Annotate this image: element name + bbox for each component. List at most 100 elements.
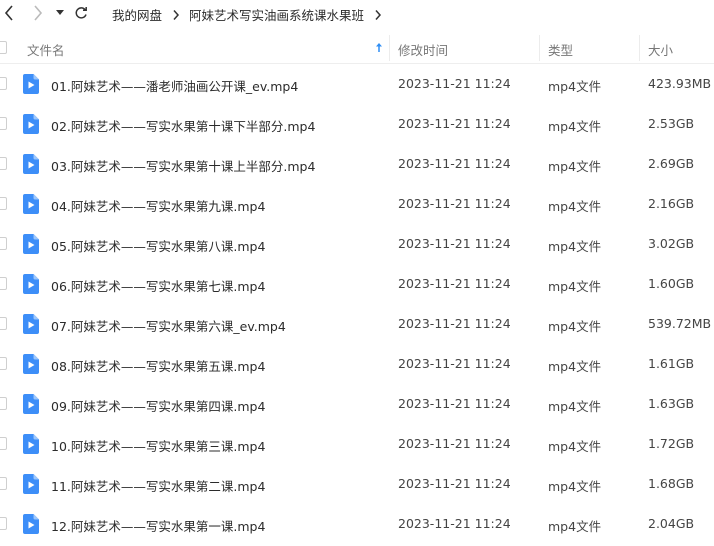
row-checkbox[interactable] — [0, 357, 7, 370]
file-name[interactable]: 03.阿妹艺术——写实水果第十课上半部分.mp4 — [51, 156, 315, 175]
file-row[interactable]: 03.阿妹艺术——写实水果第十课上半部分.mp4 2023-11-21 11:2… — [0, 144, 714, 184]
file-type: mp4文件 — [548, 439, 602, 454]
video-file-icon — [23, 514, 39, 534]
column-header-type[interactable]: 类型 — [548, 40, 573, 59]
file-row[interactable]: 06.阿妹艺术——写实水果第七课.mp4 2023-11-21 11:24 mp… — [0, 264, 714, 304]
caret-down-icon[interactable] — [51, 4, 69, 22]
row-checkbox[interactable] — [0, 437, 7, 450]
breadcrumb-item-root[interactable]: 我的网盘 — [112, 5, 162, 24]
file-modified-date: 2023-11-21 11:24 — [398, 436, 511, 451]
file-size: 3.02GB — [648, 236, 695, 251]
row-checkbox[interactable] — [0, 397, 7, 410]
file-type: mp4文件 — [548, 79, 602, 94]
file-size: 1.60GB — [648, 276, 695, 291]
chevron-left-icon[interactable] — [0, 4, 18, 22]
file-row[interactable]: 08.阿妹艺术——写实水果第五课.mp4 2023-11-21 11:24 mp… — [0, 344, 714, 384]
video-file-icon — [23, 114, 39, 134]
navigation-bar: 我的网盘 阿妹艺术写实油画系统课水果班 — [0, 0, 714, 28]
file-size: 2.69GB — [648, 156, 695, 171]
file-modified-date: 2023-11-21 11:24 — [398, 476, 511, 491]
breadcrumb: 我的网盘 阿妹艺术写实油画系统课水果班 — [112, 5, 391, 24]
file-size: 423.93MB — [648, 76, 712, 91]
file-type: mp4文件 — [548, 279, 602, 294]
video-file-icon — [23, 434, 39, 454]
row-checkbox[interactable] — [0, 317, 7, 330]
file-modified-date: 2023-11-21 11:24 — [398, 276, 511, 291]
video-file-icon — [23, 474, 39, 494]
video-file-icon — [23, 274, 39, 294]
file-modified-date: 2023-11-21 11:24 — [398, 356, 511, 371]
row-checkbox[interactable] — [0, 237, 7, 250]
file-size: 2.04GB — [648, 516, 695, 531]
file-type: mp4文件 — [548, 399, 602, 414]
column-header-date[interactable]: 修改时间 — [398, 40, 448, 59]
file-modified-date: 2023-11-21 11:24 — [398, 116, 511, 131]
column-header-size[interactable]: 大小 — [648, 40, 673, 59]
file-type: mp4文件 — [548, 319, 602, 334]
column-divider[interactable] — [389, 35, 390, 61]
file-name[interactable]: 06.阿妹艺术——写实水果第七课.mp4 — [51, 276, 265, 295]
row-checkbox[interactable] — [0, 157, 7, 170]
column-divider[interactable] — [639, 35, 640, 61]
file-name[interactable]: 05.阿妹艺术——写实水果第八课.mp4 — [51, 236, 265, 255]
row-checkbox[interactable] — [0, 77, 7, 90]
breadcrumb-item-folder[interactable]: 阿妹艺术写实油画系统课水果班 — [189, 5, 364, 24]
refresh-icon[interactable] — [72, 4, 90, 22]
file-modified-date: 2023-11-21 11:24 — [398, 516, 511, 531]
chevron-right-icon[interactable] — [29, 4, 47, 22]
video-file-icon — [23, 314, 39, 334]
row-checkbox[interactable] — [0, 277, 7, 290]
file-type: mp4文件 — [548, 479, 602, 494]
column-header-name[interactable]: 文件名 — [27, 40, 65, 59]
file-size: 1.61GB — [648, 356, 695, 371]
file-name[interactable]: 01.阿妹艺术——潘老师油画公开课_ev.mp4 — [51, 76, 298, 95]
row-checkbox[interactable] — [0, 517, 7, 530]
file-modified-date: 2023-11-21 11:24 — [398, 396, 511, 411]
file-row[interactable]: 10.阿妹艺术——写实水果第三课.mp4 2023-11-21 11:24 mp… — [0, 424, 714, 464]
file-list-header: 文件名 修改时间 类型 大小 — [0, 33, 714, 64]
video-file-icon — [23, 354, 39, 374]
file-name[interactable]: 07.阿妹艺术——写实水果第六课_ev.mp4 — [51, 316, 286, 335]
file-size: 2.16GB — [648, 196, 695, 211]
chevron-right-icon — [375, 9, 382, 20]
video-file-icon — [23, 234, 39, 254]
video-file-icon — [23, 74, 39, 94]
row-checkbox[interactable] — [0, 477, 7, 490]
file-name[interactable]: 08.阿妹艺术——写实水果第五课.mp4 — [51, 356, 265, 375]
file-size: 1.68GB — [648, 476, 695, 491]
file-size: 539.72MB — [648, 316, 712, 331]
file-row[interactable]: 04.阿妹艺术——写实水果第九课.mp4 2023-11-21 11:24 mp… — [0, 184, 714, 224]
file-type: mp4文件 — [548, 519, 602, 534]
file-size: 1.63GB — [648, 396, 695, 411]
file-name[interactable]: 02.阿妹艺术——写实水果第十课下半部分.mp4 — [51, 116, 315, 135]
chevron-right-icon — [173, 9, 180, 20]
column-divider[interactable] — [539, 35, 540, 61]
select-all-checkbox[interactable] — [0, 41, 7, 54]
row-checkbox[interactable] — [0, 197, 7, 210]
sort-ascending-arrow-icon[interactable] — [375, 42, 383, 53]
file-row[interactable]: 07.阿妹艺术——写实水果第六课_ev.mp4 2023-11-21 11:24… — [0, 304, 714, 344]
file-size: 1.72GB — [648, 436, 695, 451]
file-modified-date: 2023-11-21 11:24 — [398, 196, 511, 211]
file-type: mp4文件 — [548, 199, 602, 214]
file-name[interactable]: 10.阿妹艺术——写实水果第三课.mp4 — [51, 436, 265, 455]
file-row[interactable]: 02.阿妹艺术——写实水果第十课下半部分.mp4 2023-11-21 11:2… — [0, 104, 714, 144]
video-file-icon — [23, 154, 39, 174]
file-row[interactable]: 12.阿妹艺术——写实水果第一课.mp4 2023-11-21 11:24 mp… — [0, 504, 714, 544]
file-row[interactable]: 09.阿妹艺术——写实水果第四课.mp4 2023-11-21 11:24 mp… — [0, 384, 714, 424]
file-name[interactable]: 09.阿妹艺术——写实水果第四课.mp4 — [51, 396, 265, 415]
file-name[interactable]: 04.阿妹艺术——写实水果第九课.mp4 — [51, 196, 265, 215]
file-row[interactable]: 01.阿妹艺术——潘老师油画公开课_ev.mp4 2023-11-21 11:2… — [0, 64, 714, 104]
file-row[interactable]: 05.阿妹艺术——写实水果第八课.mp4 2023-11-21 11:24 mp… — [0, 224, 714, 264]
file-type: mp4文件 — [548, 159, 602, 174]
file-row[interactable]: 11.阿妹艺术——写实水果第二课.mp4 2023-11-21 11:24 mp… — [0, 464, 714, 504]
file-modified-date: 2023-11-21 11:24 — [398, 236, 511, 251]
file-type: mp4文件 — [548, 119, 602, 134]
row-checkbox[interactable] — [0, 117, 7, 130]
file-name[interactable]: 11.阿妹艺术——写实水果第二课.mp4 — [51, 476, 265, 495]
file-type: mp4文件 — [548, 359, 602, 374]
video-file-icon — [23, 394, 39, 414]
video-file-icon — [23, 194, 39, 214]
file-size: 2.53GB — [648, 116, 695, 131]
file-name[interactable]: 12.阿妹艺术——写实水果第一课.mp4 — [51, 516, 265, 535]
